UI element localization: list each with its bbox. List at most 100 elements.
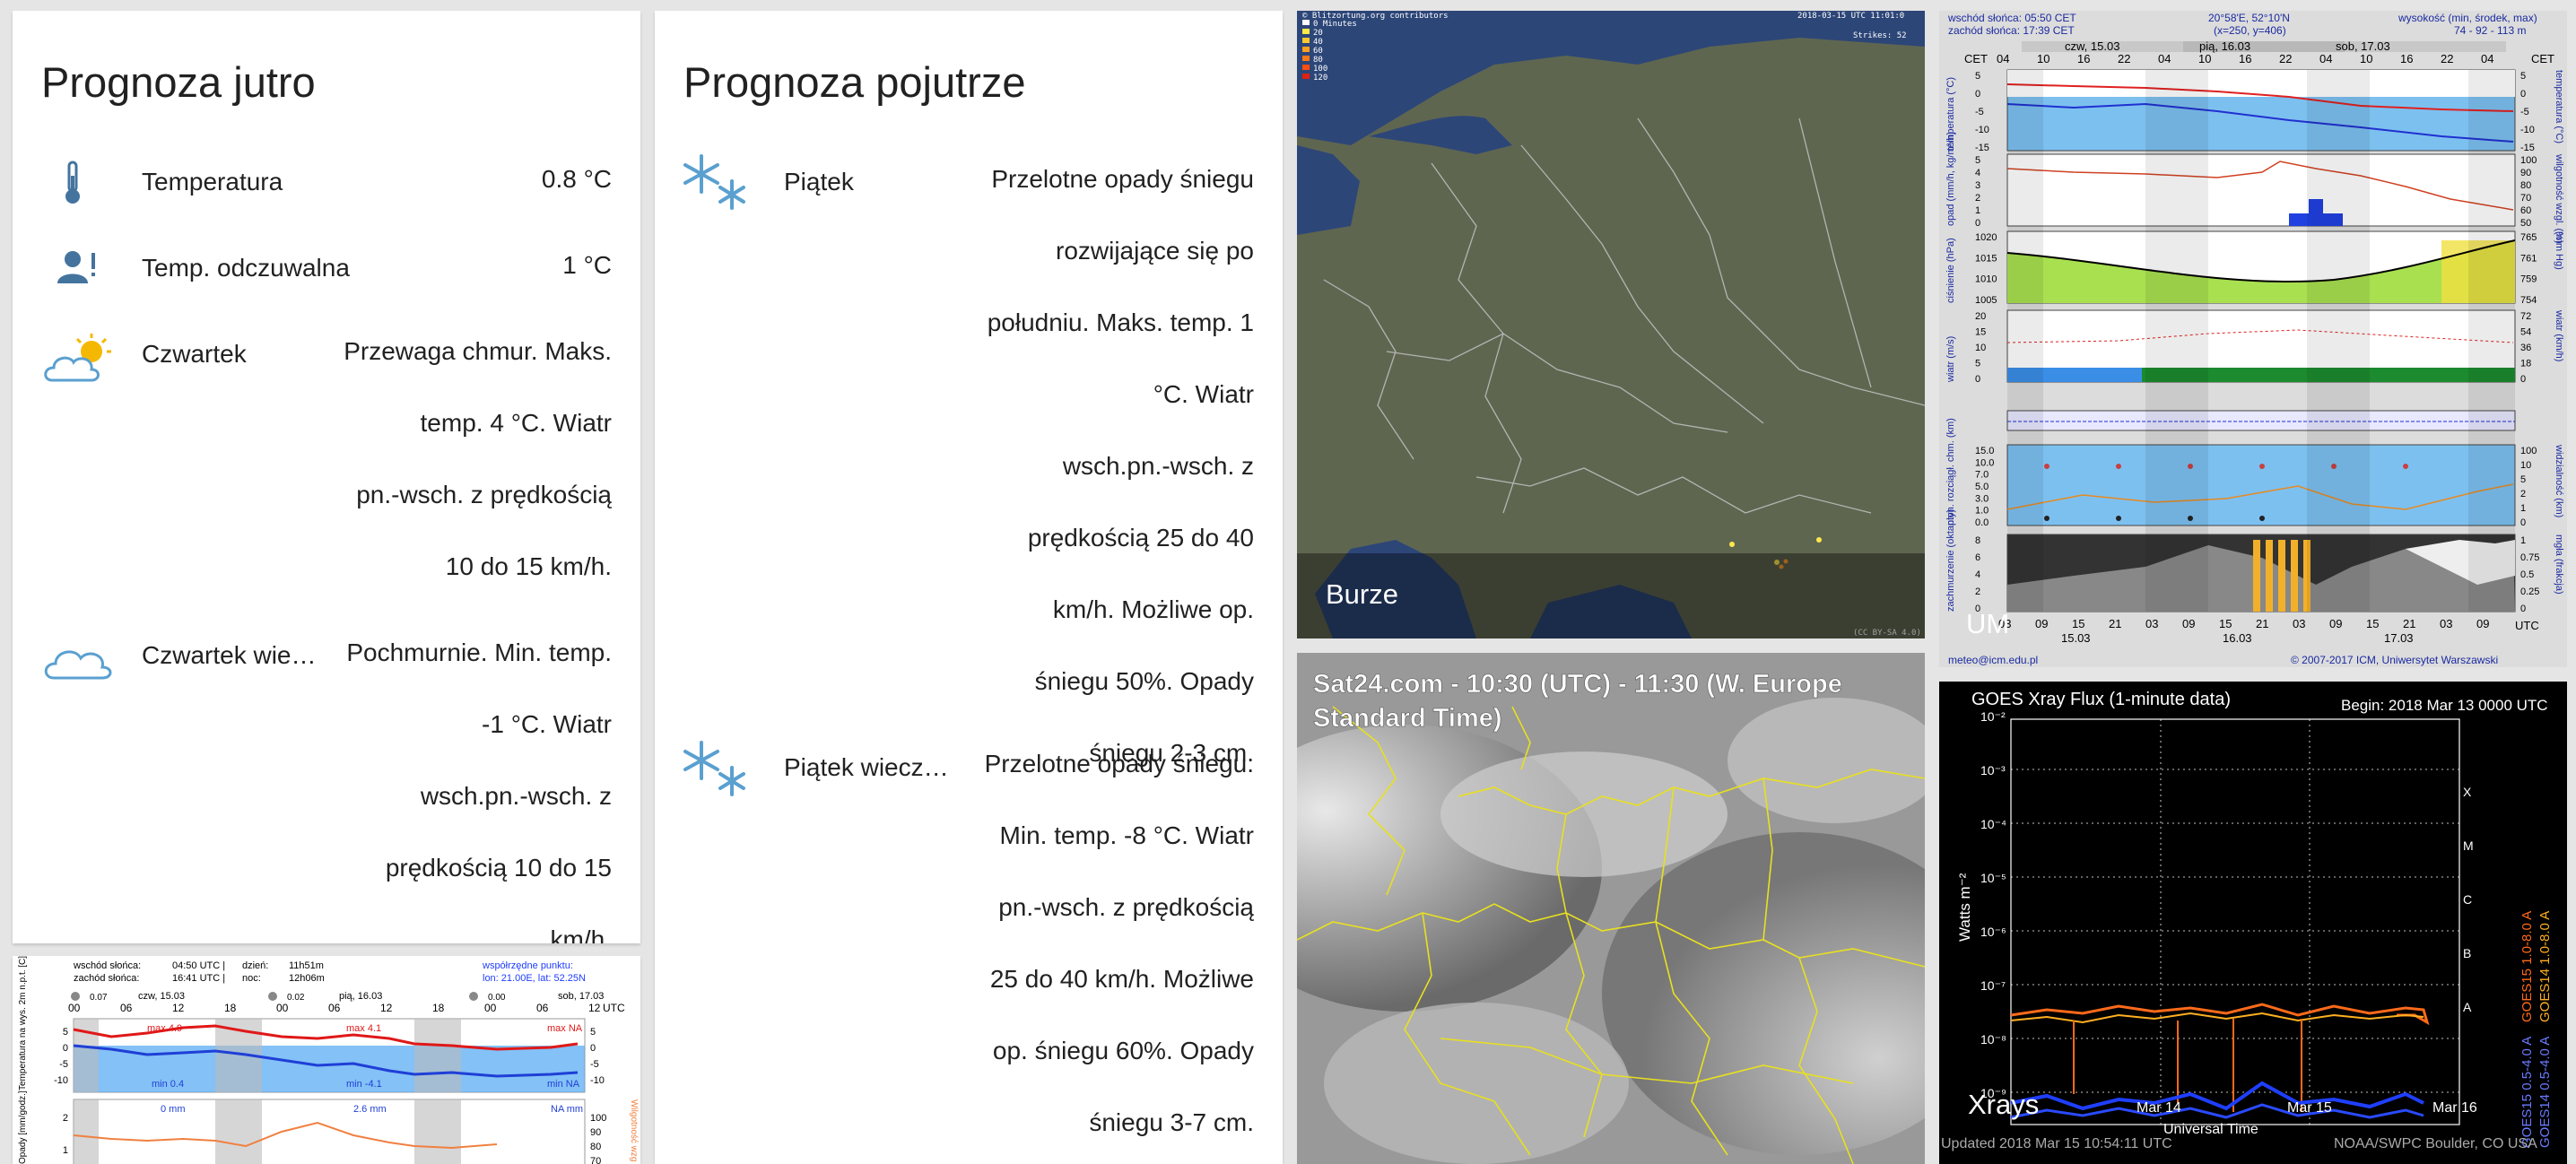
hour-tick-label: 04 xyxy=(2158,52,2171,65)
axis-tick-label: 10.0 xyxy=(1975,457,1994,468)
meteo-chart-card[interactable]: wschód słońca: 04:50 UTC | dzień: 11h51m… xyxy=(13,956,640,1164)
xrays-label: Xrays xyxy=(1968,1089,2040,1120)
svg-text:0 mm: 0 mm xyxy=(161,1104,186,1115)
svg-text:Watts m⁻²: Watts m⁻² xyxy=(1956,873,1973,942)
svg-text:20: 20 xyxy=(1313,29,1323,38)
svg-text:max 4.1: max 4.1 xyxy=(346,1023,381,1034)
hour-tick-label: 12 xyxy=(172,1002,185,1014)
svg-text:współrzędne punktu:: współrzędne punktu: xyxy=(482,960,573,971)
hour-tick-label: 16 xyxy=(2400,52,2413,65)
panel-axis-label: wiatr (km/h) xyxy=(2554,309,2564,361)
storms-map-tile[interactable]: 0 Minutes 20 40 60 80 100 120 © Blitzort… xyxy=(1297,11,1925,638)
row-value-friday-evening: Przelotne opady śniegu. Min. temp. -8 °C.… xyxy=(984,750,1254,1136)
hour-tick-label: 00 xyxy=(68,1002,81,1014)
panel-axis-label: wilgotność wzgl. (%) xyxy=(2554,153,2564,244)
hour-tick-label: 03 xyxy=(2145,617,2158,630)
satellite-tile[interactable]: Sat24.com - 10:30 (UTC) - 11:30 (W. Euro… xyxy=(1297,653,1925,1164)
svg-text:-5: -5 xyxy=(59,1059,68,1070)
flare-class-label: X xyxy=(2463,785,2472,799)
partly-cloudy-icon xyxy=(43,334,115,390)
svg-text:czw, 15.03: czw, 15.03 xyxy=(2065,39,2119,53)
axis-tick-label: 0 xyxy=(2520,517,2526,528)
svg-text:max NA: max NA xyxy=(547,1023,583,1034)
axis-tick-label: 1015 xyxy=(1975,253,1997,264)
row-value-friday: Przelotne opady śniegu rozwijające się po… xyxy=(987,165,1254,767)
meteo-chart: wschód słońca: 04:50 UTC | dzień: 11h51m… xyxy=(18,956,639,1164)
axis-tick-label: 8 xyxy=(1975,535,1980,546)
um-label: UM xyxy=(1966,608,2010,639)
hour-tick-label: 16 xyxy=(2077,52,2090,65)
date-tick-label: 16.03 xyxy=(2223,631,2252,645)
row-value-thursday-evening: Pochmurnie. Min. temp. -1 °C. Wiatr wsch.p… xyxy=(346,638,612,943)
axis-tick-label: 15.0 xyxy=(1975,446,1994,456)
axis-tick-label: 18 xyxy=(2520,359,2531,369)
axis-tick-label: -10 xyxy=(2520,125,2535,135)
axis-tick-label: 2 xyxy=(1975,193,1980,204)
svg-text:GOES15 0.5-4.0 A: GOES15 0.5-4.0 A xyxy=(2519,1037,2535,1148)
axis-tick-label: 36 xyxy=(2520,343,2531,353)
axis-tick-label: 10⁻⁶ xyxy=(1980,925,2006,939)
um-meteogram: wschód słońca: 05:50 CET zachód słońca: … xyxy=(1939,11,2567,667)
svg-text:GOES Xray Flux (1-minute data): GOES Xray Flux (1-minute data) xyxy=(1971,690,2231,709)
axis-tick-label: 5 xyxy=(1975,359,1980,369)
hour-tick-label: 15 xyxy=(2219,617,2232,630)
hour-tick-label: 06 xyxy=(120,1002,133,1014)
axis-tick-label: 1 xyxy=(2520,535,2526,546)
hour-tick-label: 10 xyxy=(2037,52,2049,65)
axis-tick-label: 759 xyxy=(2520,274,2537,285)
axis-tick-label: 15 xyxy=(1975,327,1986,338)
axis-tick-label: 5.0 xyxy=(1975,482,1989,492)
svg-text:Mar 15: Mar 15 xyxy=(2287,1100,2332,1116)
svg-text:Mar 16: Mar 16 xyxy=(2432,1100,2477,1116)
storms-map: 0 Minutes 20 40 60 80 100 120 © Blitzort… xyxy=(1297,11,1925,638)
svg-text:UTC: UTC xyxy=(2515,619,2539,632)
svg-text:Strikes: 52: Strikes: 52 xyxy=(1853,31,1907,40)
svg-text:GOES15 1.0-8.0 A: GOES15 1.0-8.0 A xyxy=(2519,911,2535,1022)
axis-tick-label: 10 xyxy=(1975,343,1986,353)
svg-text:GOES14 1.0-8.0 A: GOES14 1.0-8.0 A xyxy=(2537,911,2553,1022)
hour-tick-label: 03 xyxy=(2440,617,2452,630)
hour-tick-label: 21 xyxy=(2403,617,2415,630)
date-tick-label: 17.03 xyxy=(2384,631,2414,645)
svg-text:CET: CET xyxy=(1964,52,1988,65)
axis-tick-label: 3.0 xyxy=(1975,493,1989,504)
axis-tick-label: 6 xyxy=(1975,552,1980,563)
panel-axis-label: mgła (frakcja) xyxy=(2554,534,2564,595)
card-title: Prognoza jutro xyxy=(41,58,316,106)
panel-axis-label: zachmurzenie (oktanty) xyxy=(1945,509,1956,612)
axis-tick-label: 10⁻² xyxy=(1980,709,2006,724)
forecast-after-tomorrow-card: Prognoza pojutrze Piątek Przelotne opady… xyxy=(655,11,1283,1164)
flare-class-label: C xyxy=(2463,892,2472,907)
svg-text:zachód słońca: 17:39 CET: zachód słońca: 17:39 CET xyxy=(1948,24,2075,37)
hour-tick-label: 15 xyxy=(2366,617,2379,630)
axis-tick-label: 80 xyxy=(2520,180,2531,191)
hour-tick-label: 18 xyxy=(432,1002,445,1014)
hour-tick-label: 12 xyxy=(380,1002,393,1014)
flare-class-label: B xyxy=(2463,946,2471,960)
axis-tick-label: 4 xyxy=(1975,168,1980,178)
axis-tick-label: 10 xyxy=(2520,460,2531,471)
xrays-tile[interactable]: GOES Xray Flux (1-minute data) Begin: 20… xyxy=(1939,682,2567,1164)
svg-text:© Blitzortung.org contributors: © Blitzortung.org contributors xyxy=(1302,12,1449,21)
svg-text:czw, 15.03: czw, 15.03 xyxy=(138,991,185,1002)
svg-text:Wilgotność wzg: Wilgotność wzg xyxy=(629,1099,639,1161)
um-meteogram-tile[interactable]: wschód słońca: 05:50 CET zachód słońca: … xyxy=(1939,11,2567,667)
axis-tick-label: 60 xyxy=(2520,205,2531,216)
flare-class-label: M xyxy=(2463,838,2474,853)
svg-text:-10: -10 xyxy=(590,1075,605,1086)
axis-tick-label: -5 xyxy=(1975,107,1984,117)
hour-tick-label: 21 xyxy=(2109,617,2121,630)
axis-tick-label: -5 xyxy=(2520,107,2529,117)
axis-tick-label: 3 xyxy=(1975,180,1980,191)
svg-text:0: 0 xyxy=(590,1043,596,1054)
svg-text:Temperatura na wys. 2m n.p.t.: Temperatura na wys. 2m n.p.t. [C] xyxy=(18,956,28,1090)
panel-axis-label: (mm Hg) xyxy=(2554,231,2564,270)
axis-tick-label: 1005 xyxy=(1975,295,1997,306)
svg-text:Mar 14: Mar 14 xyxy=(2137,1100,2181,1116)
svg-text:pią, 16.03: pią, 16.03 xyxy=(2199,39,2250,53)
hour-tick-label: 12 xyxy=(588,1002,601,1014)
storms-label: Burze xyxy=(1326,578,1398,610)
axis-tick-label: 0.75 xyxy=(2520,552,2539,563)
svg-text:wysokość (min, środek, max): wysokość (min, środek, max) xyxy=(2398,12,2537,24)
hour-tick-label: 04 xyxy=(1997,52,2009,65)
